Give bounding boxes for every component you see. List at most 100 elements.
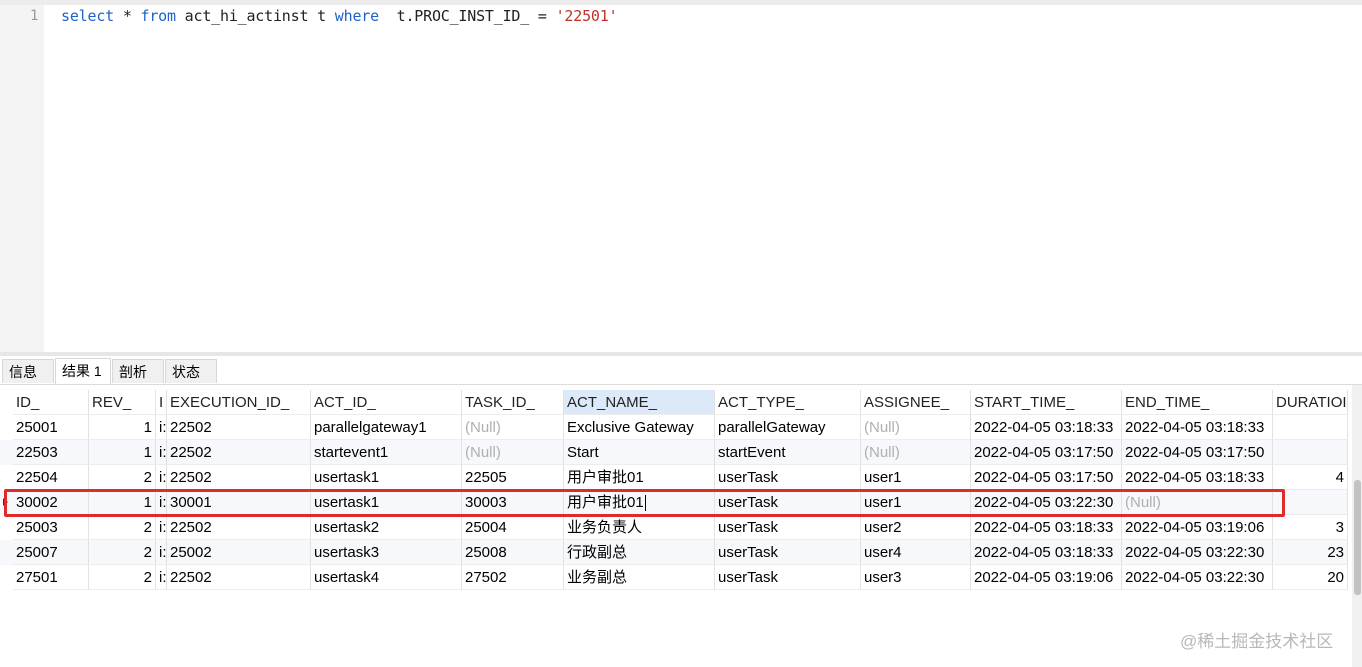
cell-act-name[interactable]: 用户审批01 xyxy=(564,465,715,490)
cell-i[interactable]: i: xyxy=(156,465,167,490)
cell-execution-id[interactable]: 22502 xyxy=(167,565,311,590)
cell-act-id[interactable]: startevent1 xyxy=(311,440,462,465)
cell-duration[interactable]: 3 xyxy=(1273,515,1348,540)
cell-act-type[interactable]: userTask xyxy=(715,515,861,540)
cell-end-time[interactable]: 2022-04-05 03:22:30 xyxy=(1122,565,1273,590)
cell-duration[interactable] xyxy=(1273,440,1348,465)
cell-i[interactable]: i: xyxy=(156,540,167,565)
table-row[interactable]: 25001 1 i: 22502 parallelgateway1 (Null) Exclu… xyxy=(0,415,1348,440)
cell-i[interactable]: i: xyxy=(156,515,167,540)
cell-id[interactable]: 25003 xyxy=(13,515,89,540)
column-header-id[interactable]: ID_ xyxy=(13,390,89,415)
cell-task-id[interactable]: (Null) xyxy=(462,440,564,465)
cell-act-type[interactable]: parallelGateway xyxy=(715,415,861,440)
cell-rev[interactable]: 2 xyxy=(89,540,156,565)
cell-duration[interactable] xyxy=(1273,415,1348,440)
cell-act-type[interactable]: startEvent xyxy=(715,440,861,465)
cell-act-id[interactable]: usertask1 xyxy=(311,465,462,490)
line-number: 1 xyxy=(30,8,39,24)
cell-id[interactable]: 25001 xyxy=(13,415,89,440)
cell-act-id[interactable]: usertask3 xyxy=(311,540,462,565)
cell-act-id[interactable]: parallelgateway1 xyxy=(311,415,462,440)
tab-info[interactable]: 信息 xyxy=(2,359,54,383)
cell-duration[interactable]: 4 xyxy=(1273,465,1348,490)
cell-task-id[interactable]: (Null) xyxy=(462,415,564,440)
cell-start-time[interactable]: 2022-04-05 03:17:50 xyxy=(971,465,1122,490)
cell-id[interactable]: 22503 xyxy=(13,440,89,465)
cell-rev[interactable]: 2 xyxy=(89,465,156,490)
cell-assignee[interactable]: (Null) xyxy=(861,440,971,465)
cell-i[interactable]: i: xyxy=(156,565,167,590)
column-header-rev[interactable]: REV_ xyxy=(89,390,156,415)
sql-editor[interactable]: 1 select * from act_hi_actinst t where t… xyxy=(0,0,1362,352)
cell-start-time[interactable]: 2022-04-05 03:18:33 xyxy=(971,515,1122,540)
column-header-act-type[interactable]: ACT_TYPE_ xyxy=(715,390,861,415)
cell-start-time[interactable]: 2022-04-05 03:17:50 xyxy=(971,440,1122,465)
column-header-act-id[interactable]: ACT_ID_ xyxy=(311,390,462,415)
cell-act-name[interactable]: 业务负责人 xyxy=(564,515,715,540)
cell-id[interactable]: 25007 xyxy=(13,540,89,565)
tab-profile[interactable]: 剖析 xyxy=(112,359,164,383)
cell-rev[interactable]: 1 xyxy=(89,415,156,440)
cell-act-type[interactable]: userTask xyxy=(715,465,861,490)
cell-execution-id[interactable]: 22502 xyxy=(167,415,311,440)
cell-act-name[interactable]: Exclusive Gateway xyxy=(564,415,715,440)
column-header-task-id[interactable]: TASK_ID_ xyxy=(462,390,564,415)
cell-assignee[interactable]: user3 xyxy=(861,565,971,590)
cell-task-id[interactable]: 22505 xyxy=(462,465,564,490)
cell-task-id[interactable]: 25008 xyxy=(462,540,564,565)
cell-rev[interactable]: 1 xyxy=(89,440,156,465)
cell-execution-id[interactable]: 22502 xyxy=(167,465,311,490)
cell-assignee[interactable]: user1 xyxy=(861,465,971,490)
cell-act-name[interactable]: Start xyxy=(564,440,715,465)
cell-end-time[interactable]: 2022-04-05 03:18:33 xyxy=(1122,465,1273,490)
column-header-act-name[interactable]: ACT_NAME_ xyxy=(564,390,715,415)
cell-duration[interactable]: 20 xyxy=(1273,565,1348,590)
cell-execution-id[interactable]: 22502 xyxy=(167,515,311,540)
cell-end-time[interactable]: 2022-04-05 03:22:30 xyxy=(1122,540,1273,565)
cell-execution-id[interactable]: 22502 xyxy=(167,440,311,465)
cell-i[interactable]: i: xyxy=(156,415,167,440)
sql-query-line[interactable]: select * from act_hi_actinst t where t.P… xyxy=(61,7,618,25)
pane-splitter[interactable] xyxy=(0,352,1362,356)
cell-assignee[interactable]: user2 xyxy=(861,515,971,540)
table-row[interactable]: 22504 2 i: 22502 usertask1 22505 用户审批01 userTas… xyxy=(0,465,1348,490)
cell-start-time[interactable]: 2022-04-05 03:18:33 xyxy=(971,540,1122,565)
tab-result-1[interactable]: 结果 1 xyxy=(55,358,111,384)
table-row[interactable]: 27501 2 i: 22502 usertask4 27502 业务副总 userTask u… xyxy=(0,565,1348,590)
cell-act-id[interactable]: usertask4 xyxy=(311,565,462,590)
cell-act-name[interactable]: 业务副总 xyxy=(564,565,715,590)
column-header-end-time[interactable]: END_TIME_ xyxy=(1122,390,1273,415)
column-header-duration[interactable]: DURATIOI xyxy=(1273,390,1348,415)
cell-end-time[interactable]: 2022-04-05 03:18:33 xyxy=(1122,415,1273,440)
column-header-i[interactable]: I xyxy=(156,390,167,415)
cell-start-time[interactable]: 2022-04-05 03:19:06 xyxy=(971,565,1122,590)
cell-rev[interactable]: 2 xyxy=(89,515,156,540)
cell-task-id[interactable]: 25004 xyxy=(462,515,564,540)
keyword-where: where xyxy=(334,7,379,25)
cell-act-type[interactable]: userTask xyxy=(715,565,861,590)
cell-id[interactable]: 27501 xyxy=(13,565,89,590)
cell-execution-id[interactable]: 25002 xyxy=(167,540,311,565)
cell-i[interactable]: i: xyxy=(156,440,167,465)
table-row[interactable]: 22503 1 i: 22502 startevent1 (Null) Start start… xyxy=(0,440,1348,465)
cell-end-time[interactable]: 2022-04-05 03:17:50 xyxy=(1122,440,1273,465)
cell-act-name[interactable]: 行政副总 xyxy=(564,540,715,565)
cell-assignee[interactable]: user4 xyxy=(861,540,971,565)
tab-status[interactable]: 状态 xyxy=(165,359,217,383)
cell-act-type[interactable]: userTask xyxy=(715,540,861,565)
cell-assignee[interactable]: (Null) xyxy=(861,415,971,440)
cell-duration[interactable]: 23 xyxy=(1273,540,1348,565)
column-header-execution-id[interactable]: EXECUTION_ID_ xyxy=(167,390,311,415)
table-row[interactable]: 25003 2 i: 22502 usertask2 25004 业务负责人 userTask… xyxy=(0,515,1348,540)
cell-task-id[interactable]: 27502 xyxy=(462,565,564,590)
cell-start-time[interactable]: 2022-04-05 03:18:33 xyxy=(971,415,1122,440)
column-header-assignee[interactable]: ASSIGNEE_ xyxy=(861,390,971,415)
table-row[interactable]: 25007 2 i: 25002 usertask3 25008 行政副总 userTask u… xyxy=(0,540,1348,565)
cell-rev[interactable]: 2 xyxy=(89,565,156,590)
column-header-start-time[interactable]: START_TIME_ xyxy=(971,390,1122,415)
scrollbar-thumb[interactable] xyxy=(1354,480,1361,595)
cell-id[interactable]: 22504 xyxy=(13,465,89,490)
cell-act-id[interactable]: usertask2 xyxy=(311,515,462,540)
cell-end-time[interactable]: 2022-04-05 03:19:06 xyxy=(1122,515,1273,540)
